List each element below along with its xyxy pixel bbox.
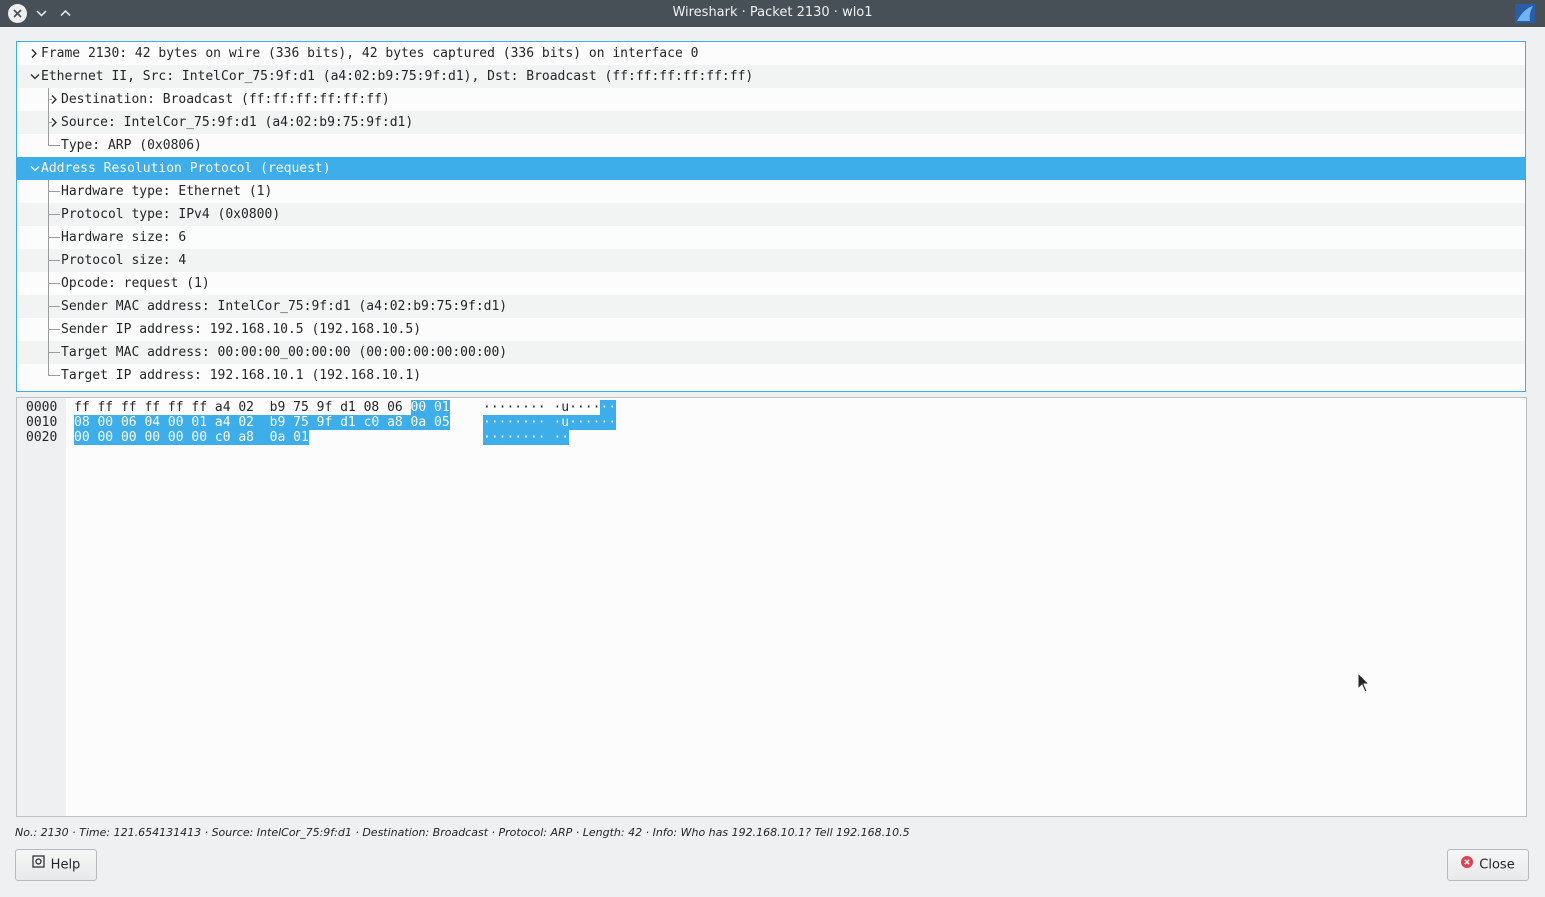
title-bar: Wireshark · Packet 2130 · wlo1	[0, 0, 1545, 27]
help-button[interactable]: Help	[15, 849, 97, 881]
tree-branch-line	[48, 99, 52, 100]
close-button[interactable]: Close	[1447, 849, 1529, 881]
tree-branch-line	[48, 191, 60, 192]
hex-bytes-selected: 00 00 00 00 00 00 c0 a8 0a 01	[74, 430, 309, 445]
tree-branch-line	[48, 237, 60, 238]
tree-row[interactable]: Target IP address: 192.168.10.1 (192.168…	[17, 364, 1525, 387]
hex-bytes-selected: 08 00 06 04 00 01 a4 02 b9 75 9f d1 c0 a…	[74, 415, 450, 430]
tree-branch-line	[48, 214, 60, 215]
tree-row[interactable]: Protocol type: IPv4 (0x0800)	[17, 203, 1525, 226]
offset-gutter	[17, 398, 66, 816]
tree-row-label: Source: IntelCor_75:9f:d1 (a4:02:b9:75:9…	[61, 115, 414, 130]
window-title: Wireshark · Packet 2130 · wlo1	[672, 5, 873, 20]
expand-arrow-icon[interactable]	[29, 42, 41, 65]
tree-row[interactable]: Target MAC address: 00:00:00_00:00:00 (0…	[17, 341, 1525, 364]
tree-row-label: Hardware size: 6	[61, 230, 187, 245]
hex-line[interactable]: 0000 ff ff ff ff ff ff a4 02 b9 75 9f d1 …	[17, 400, 717, 415]
hex-offset: 0010	[26, 415, 58, 430]
close-red-icon	[1461, 850, 1474, 880]
tree-row-label: Target IP address: 192.168.10.1 (192.168…	[61, 368, 422, 383]
tree-branch-line	[48, 88, 49, 146]
tree-branch-line	[48, 122, 52, 123]
tree-branch-line	[48, 375, 60, 376]
collapse-arrow-icon[interactable]	[29, 65, 41, 88]
tree-row[interactable]: Address Resolution Protocol (request)	[17, 157, 1525, 180]
tree-branch-line	[48, 306, 60, 307]
tree-row[interactable]: Sender MAC address: IntelCor_75:9f:d1 (a…	[17, 295, 1525, 318]
tree-branch-line	[48, 329, 60, 330]
ascii-bytes-selected: ········ ··	[483, 430, 570, 445]
tree-row[interactable]: Type: ARP (0x0806)	[17, 134, 1525, 157]
tree-row-label: Opcode: request (1)	[61, 276, 210, 291]
tree-row-label: Ethernet II, Src: IntelCor_75:9f:d1 (a4:…	[41, 69, 754, 84]
packet-summary-status: No.: 2130 · Time: 121.654131413 · Source…	[15, 826, 910, 839]
tree-branch-line	[48, 260, 60, 261]
tree-row[interactable]: Source: IntelCor_75:9f:d1 (a4:02:b9:75:9…	[17, 111, 1525, 134]
hex-bytes: ff ff ff ff ff ff a4 02 b9 75 9f d1 08 0…	[74, 400, 411, 415]
tree-branch-line	[48, 352, 60, 353]
collapse-arrow-icon[interactable]	[29, 157, 41, 180]
tree-row[interactable]: Frame 2130: 42 bytes on wire (336 bits),…	[17, 42, 1525, 65]
help-button-label: Help	[50, 857, 81, 873]
tree-row[interactable]: Opcode: request (1)	[17, 272, 1525, 295]
tree-row-label: Frame 2130: 42 bytes on wire (336 bits),…	[41, 46, 699, 61]
hex-offset: 0000	[26, 400, 58, 415]
tree-row[interactable]: Destination: Broadcast (ff:ff:ff:ff:ff:f…	[17, 88, 1525, 111]
hex-bytes-selected: 00 01	[410, 400, 450, 415]
ascii-bytes: ········ ·u····	[483, 400, 601, 415]
hex-line[interactable]: 0010 08 00 06 04 00 01 a4 02 b9 75 9f d1 …	[17, 415, 717, 430]
tree-branch-line	[48, 145, 60, 146]
tree-row-label: Destination: Broadcast (ff:ff:ff:ff:ff:f…	[61, 92, 390, 107]
tree-row-label: Sender IP address: 192.168.10.5 (192.168…	[61, 322, 422, 337]
tree-row[interactable]: Sender IP address: 192.168.10.5 (192.168…	[17, 318, 1525, 341]
tree-branch-line	[48, 180, 49, 376]
tree-row[interactable]: Ethernet II, Src: IntelCor_75:9f:d1 (a4:…	[17, 65, 1525, 88]
ascii-bytes-selected: ··	[600, 400, 617, 415]
tree-row-label: Address Resolution Protocol (request)	[41, 161, 331, 176]
mouse-cursor-icon	[1357, 671, 1371, 698]
hex-offset: 0020	[26, 430, 58, 445]
tree-row[interactable]: Hardware type: Ethernet (1)	[17, 180, 1525, 203]
tree-row[interactable]: Hardware size: 6	[17, 226, 1525, 249]
close-button-label: Close	[1479, 857, 1515, 873]
tree-row[interactable]: Protocol size: 4	[17, 249, 1525, 272]
ascii-bytes-selected: ········ ·u······	[483, 415, 617, 430]
tree-row-label: Sender MAC address: IntelCor_75:9f:d1 (a…	[61, 299, 508, 314]
tree-branch-line	[48, 283, 60, 284]
tree-row-label: Protocol size: 4	[61, 253, 187, 268]
wireshark-fin-icon	[1515, 4, 1535, 23]
tree-row-label: Protocol type: IPv4 (0x0800)	[61, 207, 281, 222]
packet-bytes-pane[interactable]: 0000 ff ff ff ff ff ff a4 02 b9 75 9f d1 …	[16, 397, 1527, 817]
tree-row-label: Target MAC address: 00:00:00_00:00:00 (0…	[61, 345, 508, 360]
tree-row-label: Hardware type: Ethernet (1)	[61, 184, 273, 199]
hex-line[interactable]: 0020 00 00 00 00 00 00 c0 a8 0a 01 ·······…	[17, 430, 717, 445]
tree-row-label: Type: ARP (0x0806)	[61, 138, 202, 153]
help-icon	[32, 850, 45, 880]
packet-details-tree[interactable]: Frame 2130: 42 bytes on wire (336 bits),…	[16, 41, 1526, 392]
